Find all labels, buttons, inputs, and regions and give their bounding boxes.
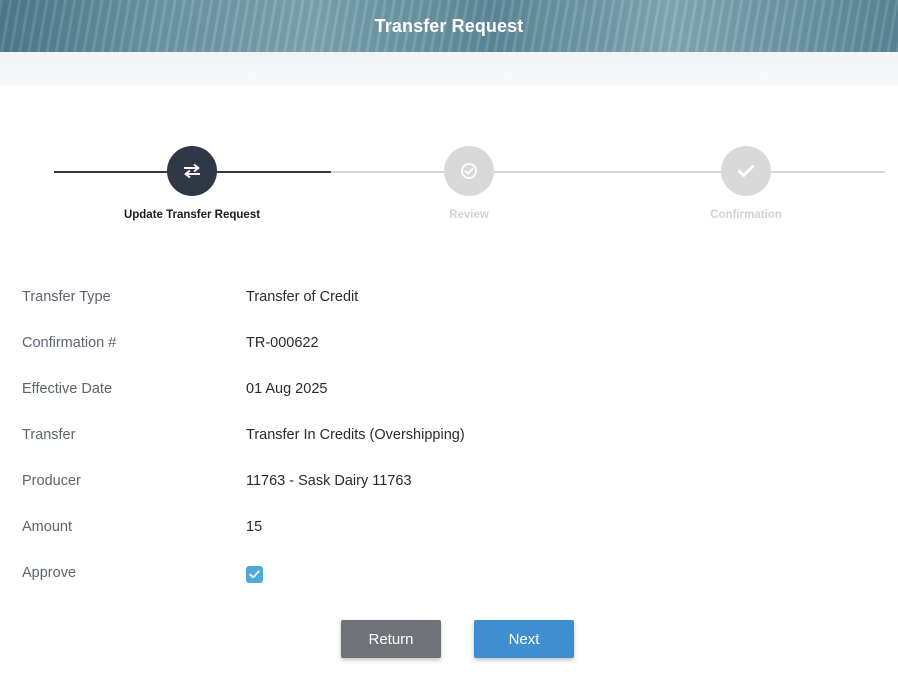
field-row-approve: Approve xyxy=(22,550,882,596)
checkmark-icon xyxy=(738,165,754,177)
next-button[interactable]: Next xyxy=(474,620,574,658)
field-label: Confirmation # xyxy=(22,335,117,351)
step-label-2: Review xyxy=(449,209,489,221)
page-header: Transfer Request xyxy=(0,0,898,52)
field-value: Transfer In Credits (Overshipping) xyxy=(246,427,465,443)
field-label: Effective Date xyxy=(22,381,113,397)
field-row-effective-date: Effective Date 01 Aug 2025 xyxy=(22,366,882,412)
approve-checkbox[interactable] xyxy=(246,565,263,583)
page-title: Transfer Request xyxy=(374,15,524,36)
field-label: Approve xyxy=(22,565,77,581)
check-circle-icon xyxy=(461,163,477,179)
field-value: 01 Aug 2025 xyxy=(246,381,328,397)
step-label-1: Update Transfer Request xyxy=(123,209,261,221)
field-value: 15 xyxy=(246,519,263,535)
step-review: Review xyxy=(369,146,569,221)
field-row-confirmation-number: Confirmation # TR-000622 xyxy=(22,320,882,366)
field-label: Transfer xyxy=(22,427,76,443)
step-confirmation: Confirmation xyxy=(646,146,846,221)
field-row-amount: Amount 15 xyxy=(22,504,882,550)
field-label: Amount xyxy=(22,519,72,535)
field-row-producer: Producer 11763 - Sask Dairy 11763 xyxy=(22,458,882,504)
field-label: Producer xyxy=(22,473,81,489)
field-value: TR-000622 xyxy=(246,335,319,351)
checkmark-icon xyxy=(249,570,260,578)
progress-stepper: Update Transfer Request Review Confirmat… xyxy=(0,140,898,240)
step-circle-1 xyxy=(167,146,217,196)
field-value: 11763 - Sask Dairy 11763 xyxy=(246,473,412,489)
field-value: Transfer of Credit xyxy=(246,289,359,305)
transfer-details: Transfer Type Transfer of Credit Confirm… xyxy=(22,274,882,596)
step-circle-3 xyxy=(721,146,771,196)
field-label: Transfer Type xyxy=(22,289,111,305)
field-row-transfer-type: Transfer Type Transfer of Credit xyxy=(22,274,882,320)
header-subbar xyxy=(0,52,898,86)
step-label-3: Confirmation xyxy=(710,209,782,221)
step-update-transfer-request: Update Transfer Request xyxy=(92,146,292,221)
return-button[interactable]: Return xyxy=(341,620,441,658)
field-row-transfer: Transfer Transfer In Credits (Overshippi… xyxy=(22,412,882,458)
step-circle-2 xyxy=(444,146,494,196)
transfer-arrows-icon xyxy=(184,163,200,179)
